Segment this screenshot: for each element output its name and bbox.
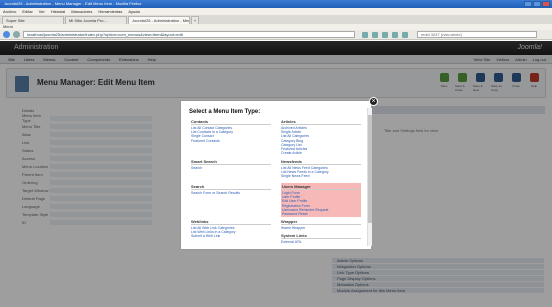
window-title: Joomla!25 - Administration - Menu Manage…	[4, 1, 142, 6]
download-icon[interactable]	[402, 31, 408, 38]
modal-scrollbar[interactable]	[367, 108, 372, 246]
group-title: Smart Search	[191, 159, 271, 165]
menu-historial[interactable]: Historial	[51, 8, 65, 15]
menu-archivo[interactable]: Archivo	[3, 8, 16, 15]
menu-type-link[interactable]: Create Article	[281, 151, 361, 155]
forward-button-icon[interactable]	[13, 31, 20, 38]
group-users-manager: Users Manager Login Form User Profile Ed…	[281, 183, 361, 218]
modal-title: Select a Menu Item Type:	[189, 109, 261, 115]
search-input[interactable]: mobi 3247 (rvia=mixto)	[417, 31, 537, 38]
menu-type-link[interactable]: Search	[191, 166, 271, 170]
menu-type-link[interactable]: Submit a Web Link	[191, 234, 271, 238]
group-title: Newsfeeds	[281, 159, 361, 165]
group-title: Weblinks	[191, 219, 271, 225]
url-bar[interactable]: localhost/joomla25/administrator/index.p…	[23, 31, 355, 38]
navigation-bar: localhost/joomla25/administrator/index.p…	[0, 30, 552, 40]
toolbar-icons	[362, 31, 408, 38]
group-title: Search	[191, 184, 271, 190]
menu-type-link[interactable]: Search Form or Search Results	[191, 191, 271, 195]
group-title: Articles	[281, 119, 361, 125]
browser-tab-active[interactable]: Joomla!25 - Administration - Menu Man...	[128, 16, 190, 24]
group-title: Contacts	[191, 119, 271, 125]
group-newsfeeds: Newsfeeds List All News Feed Categories …	[281, 159, 361, 179]
menu-ayuda[interactable]: Ayuda	[128, 8, 139, 15]
menu-type-link[interactable]: Iframe Wrapper	[281, 226, 361, 230]
window-controls	[524, 1, 550, 7]
group-title: Users Manager	[282, 184, 360, 190]
menu-type-link[interactable]: External URL	[281, 240, 361, 244]
group-search: Search Search Form or Search Results	[191, 184, 271, 195]
bookmarks-menu[interactable]: Menú	[3, 24, 13, 29]
group-system-links: System Links External URL	[281, 233, 361, 244]
back-button-icon[interactable]	[3, 31, 10, 38]
group-title: System Links	[281, 233, 361, 239]
browser-tab[interactable]: Mi Sitio Joomla Pro...	[65, 16, 127, 24]
menu-type-modal: Select a Menu Item Type: Contacts List A…	[180, 100, 372, 250]
modal-close-button[interactable]: ×	[369, 97, 378, 106]
group-articles: Articles Archived Articles Single Articl…	[281, 119, 361, 155]
home-icon[interactable]	[382, 31, 388, 38]
menu-ver[interactable]: Ver	[39, 8, 45, 15]
close-window-button[interactable]	[542, 1, 550, 7]
group-title: Wrapper	[281, 219, 361, 225]
bookmark-star-icon[interactable]	[362, 31, 368, 38]
menu-marcadores[interactable]: Marcadores	[71, 8, 92, 15]
menu-type-link[interactable]: Featured Contacts	[191, 139, 271, 143]
minimize-button[interactable]	[524, 1, 532, 7]
group-contacts: Contacts List All Contact Categories Lis…	[191, 119, 271, 143]
addon-icon[interactable]	[392, 31, 398, 38]
reload-icon[interactable]	[372, 31, 378, 38]
maximize-button[interactable]	[533, 1, 541, 7]
group-smart-search: Smart Search Search	[191, 159, 271, 170]
group-weblinks: Weblinks List All Web Link Categories Li…	[191, 219, 271, 239]
browser-tab[interactable]: Super Site	[2, 16, 64, 24]
scrollbar-thumb[interactable]	[368, 115, 372, 223]
menu-type-link[interactable]: Password Reset	[282, 212, 360, 216]
menu-editar[interactable]: Editar	[22, 8, 32, 15]
window-titlebar: Joomla!25 - Administration - Menu Manage…	[0, 0, 552, 8]
browser-menubar: Archivo Editar Ver Historial Marcadores …	[0, 8, 552, 15]
new-tab-button[interactable]: +	[191, 16, 199, 24]
menu-herramientas[interactable]: Herramientas	[98, 8, 122, 15]
menu-type-link[interactable]: Single News Feed	[281, 174, 361, 178]
group-wrapper: Wrapper Iframe Wrapper	[281, 219, 361, 230]
browser-tabbar: Super Site Mi Sitio Joomla Pro... Joomla…	[0, 15, 552, 24]
